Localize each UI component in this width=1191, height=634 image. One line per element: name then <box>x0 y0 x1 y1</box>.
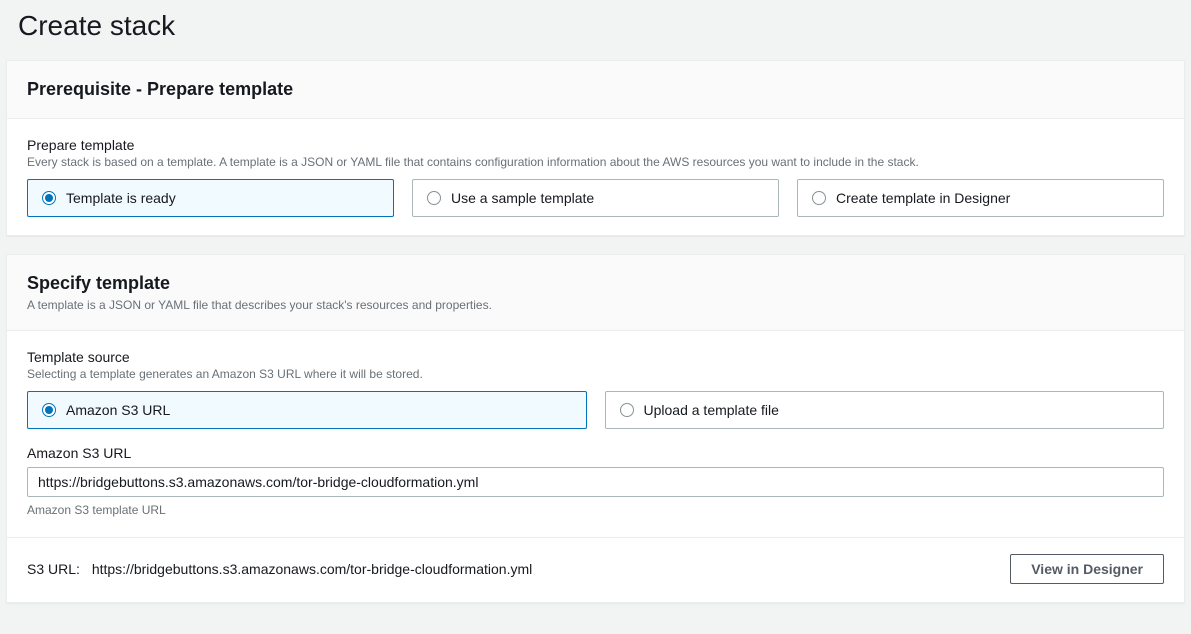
prerequisite-body: Prepare template Every stack is based on… <box>7 119 1184 235</box>
tile-template-ready[interactable]: Template is ready <box>27 179 394 217</box>
prepare-template-label: Prepare template <box>27 137 1164 153</box>
s3-url-input[interactable] <box>27 467 1164 497</box>
tile-upload-file[interactable]: Upload a template file <box>605 391 1165 429</box>
template-source-label: Template source <box>27 349 1164 365</box>
footer-row: S3 URL: https://bridgebuttons.s3.amazona… <box>27 538 1164 584</box>
tile-use-sample[interactable]: Use a sample template <box>412 179 779 217</box>
radio-icon <box>42 191 56 205</box>
s3-url-display-value: https://bridgebuttons.s3.amazonaws.com/t… <box>92 561 532 577</box>
specify-template-panel: Specify template A template is a JSON or… <box>6 254 1185 603</box>
tile-upload-file-label: Upload a template file <box>644 402 779 418</box>
specify-template-body: Template source Selecting a template gen… <box>7 331 1184 602</box>
specify-template-heading: Specify template <box>27 273 1164 294</box>
tile-amazon-s3-url-label: Amazon S3 URL <box>66 402 170 418</box>
prerequisite-header: Prerequisite - Prepare template <box>7 61 1184 119</box>
radio-icon <box>42 403 56 417</box>
tile-create-designer-label: Create template in Designer <box>836 190 1010 206</box>
page-title: Create stack <box>0 0 1191 60</box>
s3-url-display: S3 URL: https://bridgebuttons.s3.amazona… <box>27 561 532 577</box>
radio-icon <box>812 191 826 205</box>
tile-create-designer[interactable]: Create template in Designer <box>797 179 1164 217</box>
specify-template-header: Specify template A template is a JSON or… <box>7 255 1184 331</box>
radio-icon <box>620 403 634 417</box>
prepare-template-tiles: Template is ready Use a sample template … <box>27 179 1164 217</box>
view-in-designer-button[interactable]: View in Designer <box>1010 554 1164 584</box>
tile-amazon-s3-url[interactable]: Amazon S3 URL <box>27 391 587 429</box>
template-source-tiles: Amazon S3 URL Upload a template file <box>27 391 1164 429</box>
s3-url-input-group: Amazon S3 URL Amazon S3 template URL <box>27 445 1164 517</box>
radio-icon <box>427 191 441 205</box>
prerequisite-heading: Prerequisite - Prepare template <box>27 79 1164 100</box>
tile-template-ready-label: Template is ready <box>66 190 176 206</box>
tile-use-sample-label: Use a sample template <box>451 190 594 206</box>
s3-url-label: Amazon S3 URL <box>27 445 1164 461</box>
s3-url-display-label: S3 URL: <box>27 561 80 577</box>
template-source-hint: Selecting a template generates an Amazon… <box>27 367 1164 381</box>
prerequisite-panel: Prerequisite - Prepare template Prepare … <box>6 60 1185 236</box>
prepare-template-hint: Every stack is based on a template. A te… <box>27 155 1164 169</box>
s3-url-hint: Amazon S3 template URL <box>27 503 1164 517</box>
specify-template-subtext: A template is a JSON or YAML file that d… <box>27 298 1164 312</box>
